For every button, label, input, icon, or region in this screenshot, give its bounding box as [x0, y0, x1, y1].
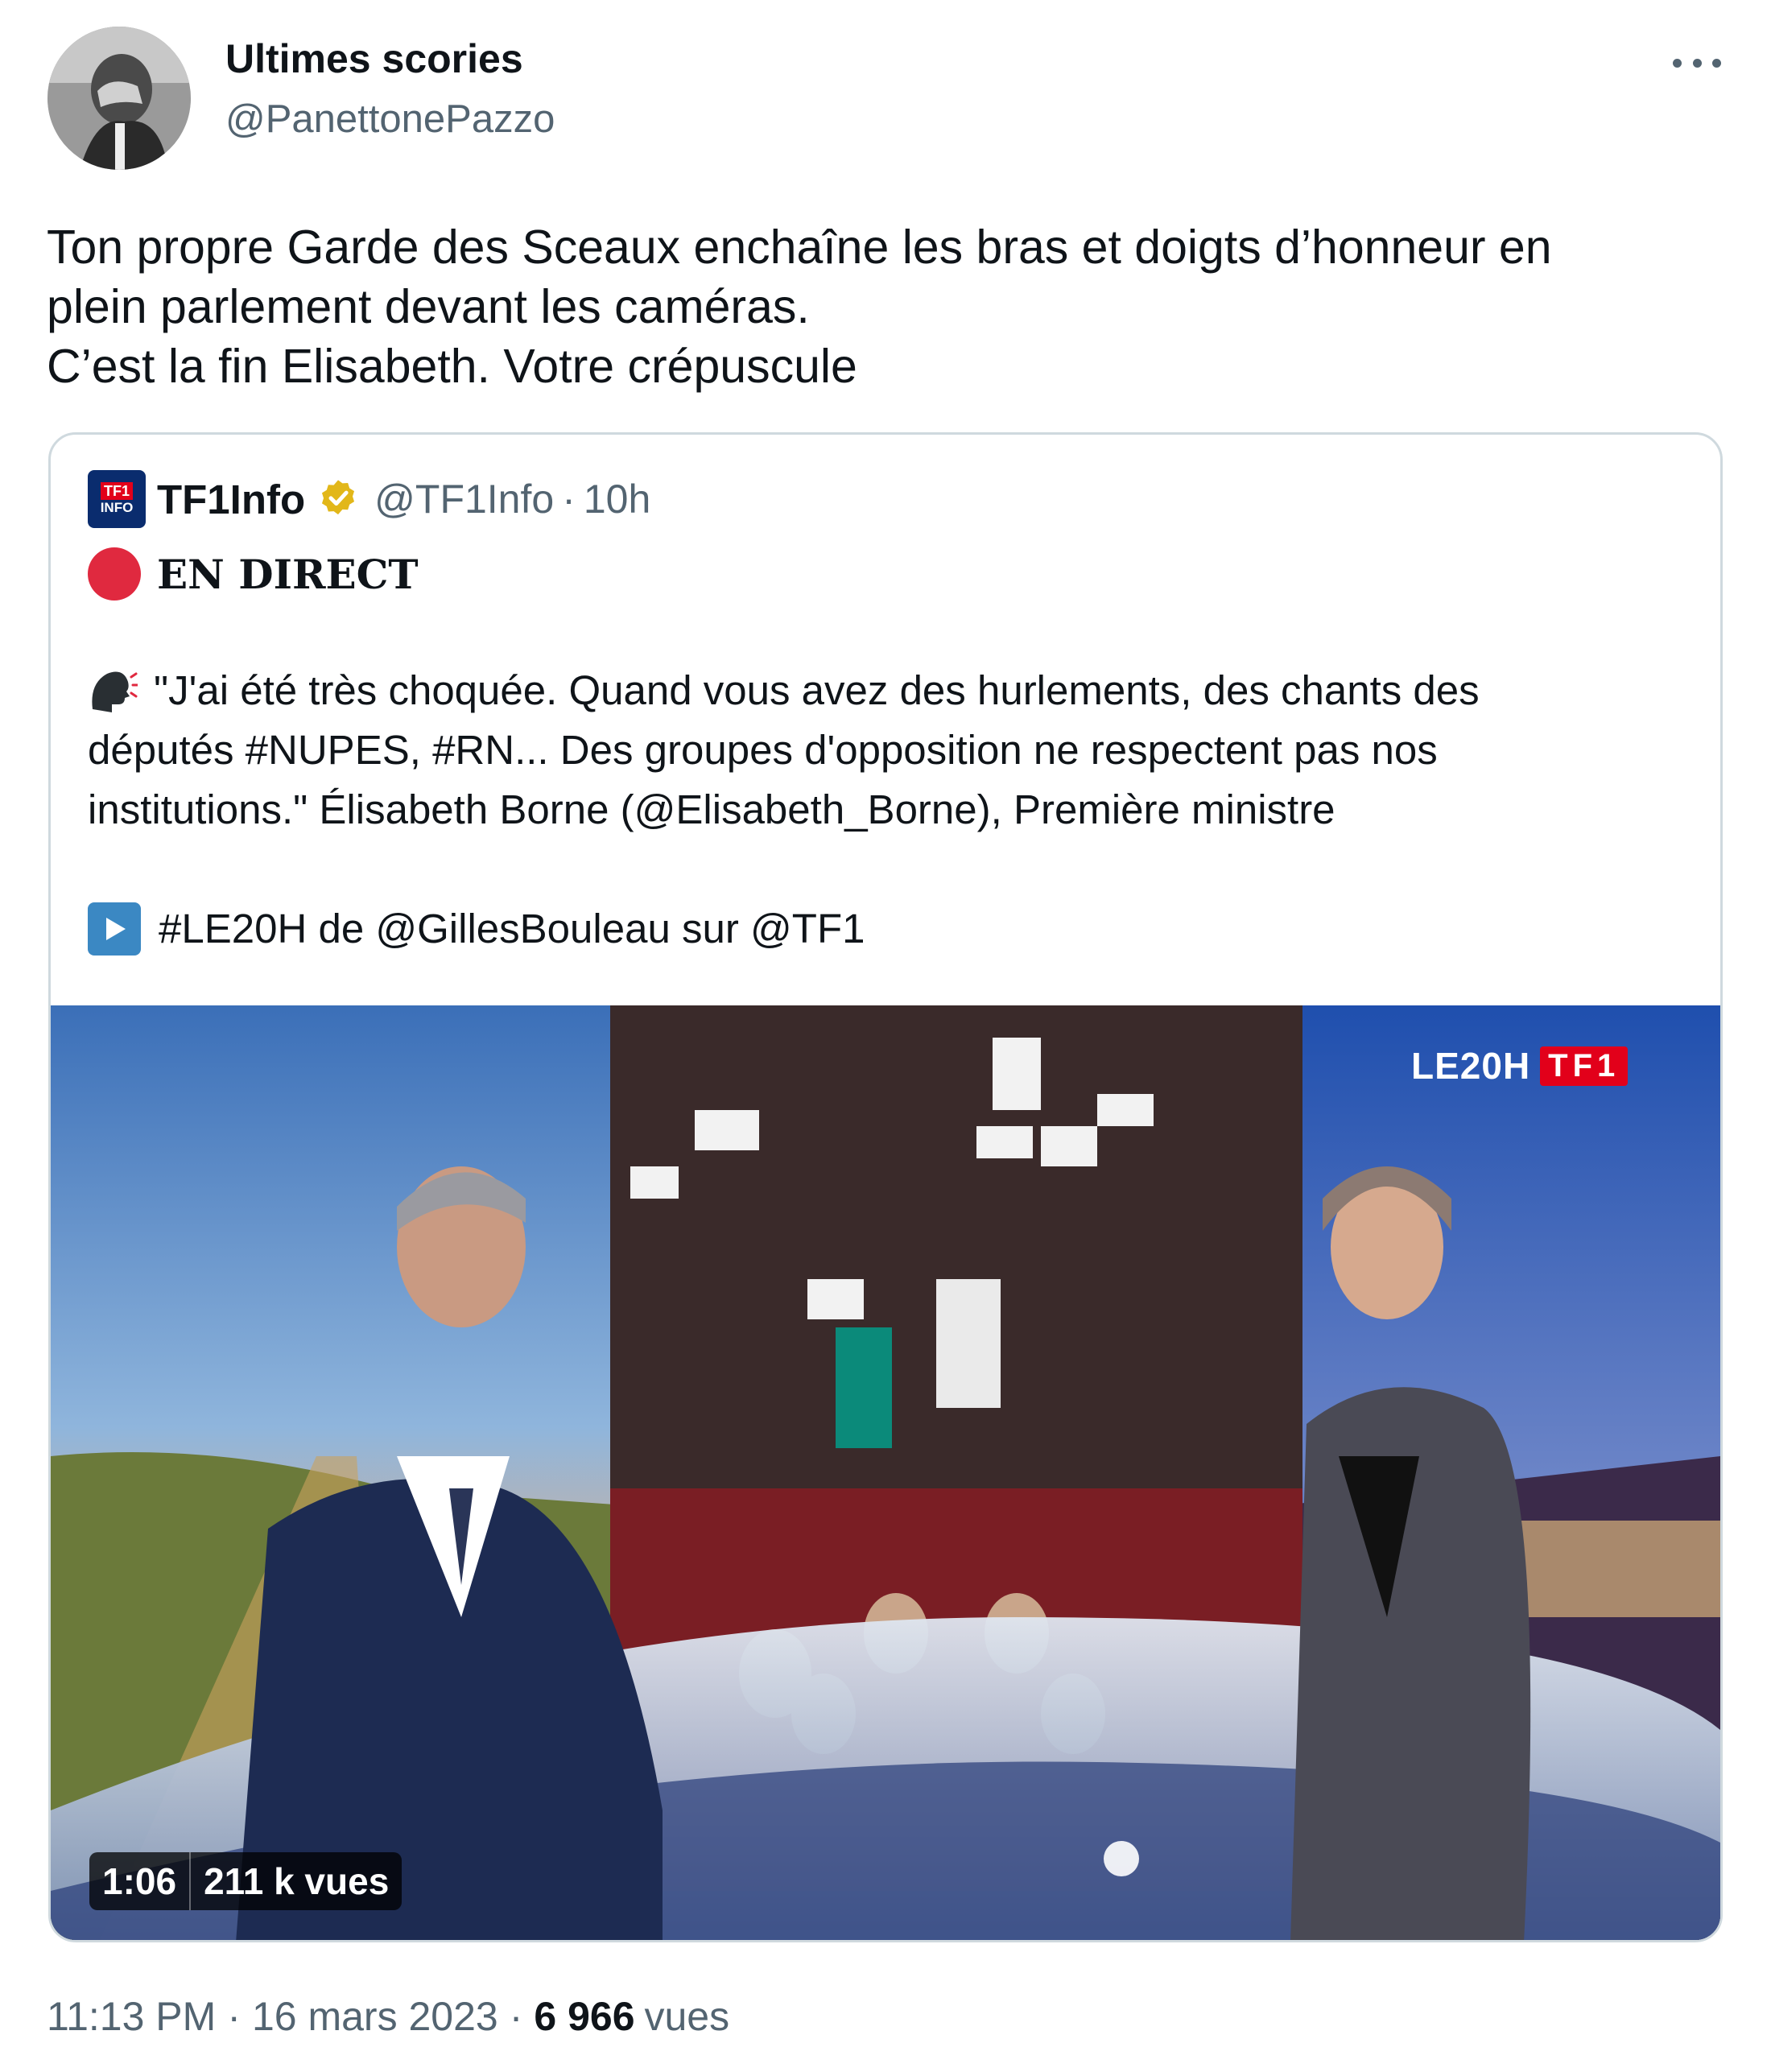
quoted-author-handle[interactable]: @TF1Info — [374, 476, 554, 522]
red-circle-icon — [88, 547, 141, 601]
tweet-text-line: C’est la fin Elisabeth. Votre crépuscule — [47, 340, 857, 393]
quote-text: "J'ai été très choquée. Quand vous avez … — [154, 667, 1480, 713]
views-label: vues — [644, 1994, 730, 2039]
live-indicator: EN DIRECT — [88, 547, 419, 601]
quote-link-text[interactable]: #LE20H de @GillesBouleau sur @TF1 — [159, 899, 865, 959]
tf1info-logo[interactable]: TF1 INFO — [88, 470, 146, 528]
video-frame — [51, 1005, 1720, 1940]
video-views: 211 k vues — [204, 1860, 390, 1902]
views-count[interactable]: 6 966 — [534, 1993, 634, 2040]
speaking-head-icon — [92, 671, 138, 712]
video-duration: 1:06 — [102, 1860, 177, 1902]
quoted-tweet-time[interactable]: 10h — [584, 476, 650, 522]
quoted-tweet-body: "J'ai été très choquée. Quand vous avez … — [88, 661, 1698, 959]
tweet-text-line: plein parlement devant les caméras. — [47, 280, 810, 333]
tweet: Ultimes scories @PanettonePazzo Ton prop… — [0, 0, 1771, 2072]
video-player[interactable]: LE20H TF1 1:06 211 k vues — [51, 1005, 1720, 1940]
quote-text-line: "J'ai été très choquée. Quand vous avez … — [88, 661, 1698, 720]
more-horizontal-icon[interactable] — [1673, 47, 1721, 79]
logo-line-1: TF1 — [100, 482, 133, 500]
video-info-badge: 1:06 211 k vues — [89, 1852, 402, 1910]
author-handle[interactable]: @PanettonePazzo — [225, 97, 555, 142]
more-dot — [1692, 58, 1702, 68]
brand-le20h: LE20H — [1411, 1045, 1531, 1087]
logo-line-2: INFO — [100, 500, 134, 515]
brand-tf1: TF1 — [1540, 1046, 1629, 1086]
quote-link-line: #LE20H de @GillesBouleau sur @TF1 — [88, 899, 1698, 959]
verified-badge-icon — [322, 480, 355, 515]
quote-text-line: députés #NUPES, #RN... Des groupes d'opp… — [88, 727, 1438, 773]
footer-separator: · — [509, 1994, 523, 2039]
header-separator: · — [562, 477, 576, 522]
quoted-author-name[interactable]: TF1Info — [157, 476, 305, 523]
footer-separator: · — [227, 1994, 241, 2039]
quoted-tweet-header: TF1 INFO TF1Info @TF1Info · 10h — [88, 470, 650, 528]
le20h-tf1-logo: LE20H TF1 — [1411, 1044, 1629, 1088]
play-button-icon — [88, 902, 141, 956]
quoted-tweet-card[interactable]: TF1 INFO TF1Info @TF1Info · 10h EN DIREC… — [48, 432, 1723, 1942]
author-avatar[interactable] — [47, 27, 191, 170]
tweet-text: Ton propre Garde des Sceaux enchaîne les… — [47, 217, 1737, 396]
tweet-footer: 11:13 PM · 16 mars 2023 · 6 966 vues — [47, 1993, 729, 2040]
more-dot — [1673, 58, 1682, 68]
author-name[interactable]: Ultimes scories — [225, 35, 523, 82]
tweet-text-line: Ton propre Garde des Sceaux enchaîne les… — [47, 221, 1552, 274]
live-label: EN DIRECT — [157, 550, 419, 598]
quote-text-line: institutions." Élisabeth Borne (@Elisabe… — [88, 786, 1335, 832]
avatar-image — [47, 27, 191, 170]
more-dot — [1712, 58, 1721, 68]
tweet-time[interactable]: 11:13 PM — [47, 1993, 216, 2040]
tweet-date[interactable]: 16 mars 2023 — [252, 1993, 498, 2040]
